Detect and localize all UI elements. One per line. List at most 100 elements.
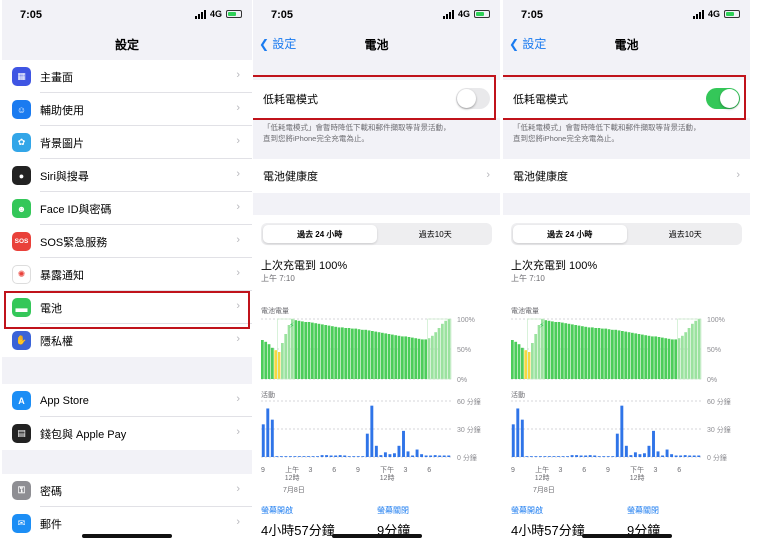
chevron-right-icon: › <box>236 234 240 246</box>
settings-row-face-id[interactable]: ☻ Face ID與密碼 › <box>2 192 252 225</box>
x-tick-label: 6 <box>332 467 337 474</box>
screen-off-label: 螢幕關閉 <box>627 506 659 515</box>
tab-24h[interactable]: 過去 24 小時 <box>513 225 627 243</box>
activity-bar <box>329 455 333 457</box>
mail-icon: ✉ <box>12 514 31 533</box>
battery-health-row[interactable]: 電池健康度 › <box>253 159 500 193</box>
activity-bar <box>356 456 360 457</box>
activity-bar <box>438 455 442 457</box>
level-bar <box>264 341 268 379</box>
settings-row-exposure[interactable]: ✺ 暴露通知 › <box>2 258 252 291</box>
x-tick-label: 9 <box>606 467 610 474</box>
activity-bar <box>316 456 320 457</box>
battery-health-row[interactable]: 電池健康度 › <box>503 159 750 193</box>
x-tick-label: 下午 12時 <box>379 467 395 482</box>
activity-bar <box>261 424 265 457</box>
level-bar <box>647 335 651 379</box>
activity-bar <box>520 419 524 457</box>
battery-level-chart: 100% 50% 0% ⚡ <box>511 317 725 383</box>
settings-row-key[interactable]: ⚿ 密碼 › <box>2 474 252 507</box>
level-bar <box>314 323 318 379</box>
level-bar <box>271 347 274 379</box>
status-indicators: 4G <box>442 9 490 19</box>
level-bar <box>634 333 638 379</box>
wallpaper-flower-icon: ✿ <box>12 133 31 152</box>
activity-bar <box>575 455 579 457</box>
activity-bar <box>620 405 624 457</box>
level-bar <box>394 335 398 379</box>
level-bar <box>554 322 558 379</box>
battery-row-highlight <box>4 291 250 329</box>
level-bar <box>631 332 634 379</box>
level-bar <box>331 326 334 379</box>
level-bar <box>444 320 448 379</box>
activity-bar <box>270 419 274 457</box>
activity-bar <box>347 456 351 457</box>
settings-row-app-store[interactable]: A App Store › <box>2 384 252 417</box>
activity-bar <box>670 454 674 457</box>
page-title: 電池 <box>614 38 639 52</box>
activity-bar <box>611 456 615 457</box>
level-bar <box>431 335 434 379</box>
x-tick-label: 3 <box>308 467 313 474</box>
last-charged-text: 上次充電到 100% <box>261 260 348 272</box>
settings-row-label: 輔助使用 <box>40 104 84 117</box>
settings-row-wallet[interactable]: ▤ 錢包與 Apple Pay › <box>2 417 252 450</box>
tab-10d[interactable]: 過去10天 <box>379 223 493 245</box>
level-bar <box>387 334 391 379</box>
settings-row-accessibility[interactable]: ☺ 輔助使用 › <box>2 93 252 126</box>
activity-bar <box>629 455 633 457</box>
activity-bar <box>420 454 424 457</box>
signal-icon <box>442 9 454 19</box>
tab-24h[interactable]: 過去 24 小時 <box>263 225 377 243</box>
settings-row-siri[interactable]: ● Siri與搜尋 › <box>2 159 252 192</box>
activity-bar <box>615 433 619 457</box>
level-bar <box>371 331 374 379</box>
level-bar <box>307 322 311 379</box>
level-bar <box>381 332 384 379</box>
activity-chart: 60 分鐘 30 分鐘 0 分鐘 <box>261 397 481 462</box>
low-power-note: 「低耗電模式」會暫時降低下載和郵件擷取等背景活動， 直到您將iPhone完全充電… <box>263 122 490 144</box>
x-tick-label: 3 <box>558 467 563 474</box>
level-bar <box>281 343 284 379</box>
activity-bar <box>424 455 428 457</box>
level-bar <box>567 323 571 379</box>
activity-bar <box>624 445 628 457</box>
level-bar <box>591 327 594 379</box>
settings-row-label: 背景圖片 <box>40 137 84 150</box>
level-bar <box>584 326 588 379</box>
chevron-right-icon: › <box>236 267 240 279</box>
settings-row-home-grid[interactable]: ▦ 主畫面 › <box>2 60 252 93</box>
level-bar <box>651 336 654 379</box>
activity-bar <box>683 455 687 457</box>
tab-10d[interactable]: 過去10天 <box>629 223 743 245</box>
level-tick-label: 50% <box>457 347 471 354</box>
activity-bar <box>325 455 329 457</box>
low-power-note: 「低耗電模式」會暫時降低下載和郵件擷取等背景活動， 直到您將iPhone完全充電… <box>513 122 740 144</box>
chevron-right-icon: › <box>486 169 490 181</box>
level-bar <box>354 328 358 379</box>
activity-bar <box>552 456 556 457</box>
level-bar <box>587 327 591 379</box>
level-bar <box>384 333 388 379</box>
x-tick-label: 3 <box>403 467 408 474</box>
activity-bar <box>570 455 574 457</box>
level-bar <box>664 338 668 379</box>
level-bar <box>287 325 291 379</box>
level-bar <box>344 328 348 379</box>
activity-bar <box>279 456 283 457</box>
settings-row-label: 密碼 <box>40 485 62 498</box>
activity-bar <box>406 451 410 457</box>
level-bar <box>547 320 551 379</box>
screen-on-label: 螢幕開啟 <box>261 506 293 515</box>
level-bar <box>447 319 451 379</box>
activity-bar <box>661 455 665 457</box>
low-power-highlight <box>503 75 746 120</box>
status-bar: 7:05 4G <box>2 0 252 30</box>
activity-bar <box>543 456 547 457</box>
chevron-right-icon: › <box>236 333 240 345</box>
activity-bar <box>388 454 392 457</box>
settings-row-wallpaper-flower[interactable]: ✿ 背景圖片 › <box>2 126 252 159</box>
settings-row-sos[interactable]: SOS SOS緊急服務 › <box>2 225 252 258</box>
activity-bar <box>674 455 678 457</box>
